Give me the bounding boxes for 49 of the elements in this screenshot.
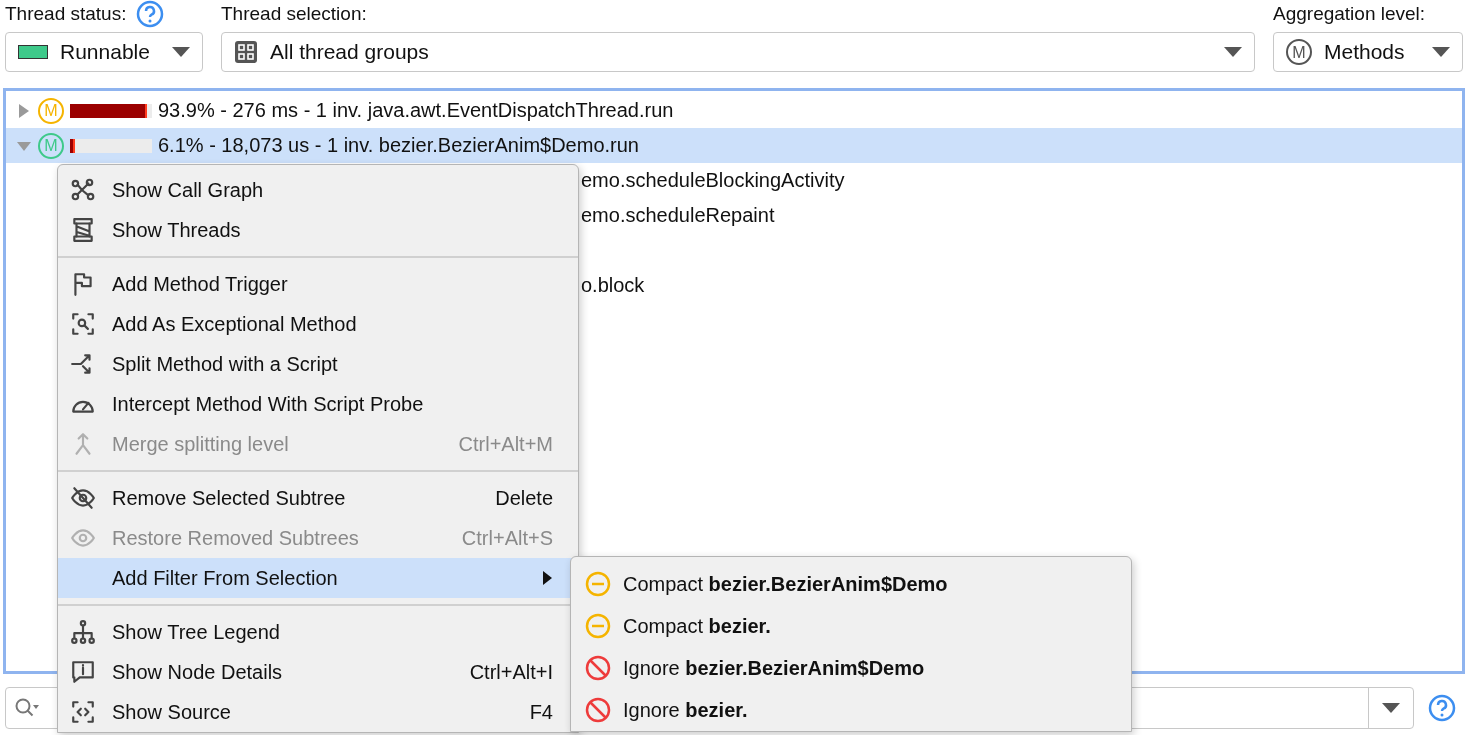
menu-item[interactable]: Split Method with a Script xyxy=(58,344,578,384)
method-badge: M xyxy=(38,97,64,124)
grid-icon xyxy=(234,40,258,64)
shortcut-text: Delete xyxy=(495,486,553,510)
prohibited-icon xyxy=(585,655,611,681)
method-badge: M xyxy=(1286,39,1312,65)
tree-row[interactable]: M 6.1% - 18,073 us - 1 inv. bezier.BezierAnim$Demo.run xyxy=(6,128,1462,163)
node-text: o.block xyxy=(581,274,645,297)
prohibited-icon xyxy=(585,697,611,723)
help-icon[interactable] xyxy=(136,0,165,28)
spool-icon xyxy=(70,217,96,243)
shortcut-text: Ctrl+Alt+I xyxy=(469,660,553,684)
caret-icon xyxy=(1382,703,1400,713)
menu-item[interactable]: Show Call Graph xyxy=(58,170,578,210)
shortcut-text: F4 xyxy=(529,700,553,724)
menu-item[interactable]: Show Threads xyxy=(58,210,578,250)
menu-item[interactable]: Add Method Trigger xyxy=(58,264,578,304)
thread-selection-dropdown[interactable]: All thread groups xyxy=(221,32,1255,72)
node-text: emo.scheduleBlockingActivity xyxy=(581,169,845,192)
graph-nodes-icon xyxy=(70,177,96,203)
filter-label: Thread status: xyxy=(5,3,127,25)
shortcut-text: Ctrl+Alt+M xyxy=(458,432,553,456)
submenu-item[interactable]: Ignore bezier.BezierAnim$Demo xyxy=(571,647,1131,689)
info-bubble-icon xyxy=(70,659,96,685)
minus-circle-icon xyxy=(585,613,611,639)
hierarchy-icon xyxy=(70,619,96,645)
tree-row[interactable]: M 93.9% - 276 ms - 1 inv. java.awt.EventDispatchThread.run xyxy=(6,93,1462,128)
node-text: 93.9% - 276 ms - 1 inv. java.awt.EventDispatchThread.run xyxy=(158,99,674,122)
search-icon xyxy=(14,697,40,719)
node-text: 6.1% - 18,073 us - 1 inv. bezier.BezierAnim$Demo.run xyxy=(158,134,639,157)
filter-label: Thread selection: xyxy=(221,3,367,25)
filter-label: Aggregation level: xyxy=(1273,3,1426,25)
shortcut-text: Ctrl+Alt+S xyxy=(461,526,553,550)
menu-item[interactable]: Intercept Method With Script Probe xyxy=(58,384,578,424)
node-text: emo.scheduleRepaint xyxy=(581,204,775,227)
caret-icon xyxy=(1224,47,1242,57)
caret-icon xyxy=(1432,47,1450,57)
aggregation-level-dropdown[interactable]: M Methods xyxy=(1273,32,1463,72)
menu-item[interactable]: Add As Exceptional Method xyxy=(58,304,578,344)
method-badge: M xyxy=(38,132,64,159)
caret-icon xyxy=(172,47,190,57)
submenu-item[interactable]: Compact bezier. xyxy=(571,605,1131,647)
help-icon[interactable] xyxy=(1428,694,1456,722)
focus-search-icon xyxy=(70,311,96,337)
minus-circle-icon xyxy=(585,571,611,597)
thread-status-dropdown[interactable]: Runnable xyxy=(5,32,203,72)
eye-crossed-icon xyxy=(70,485,96,511)
code-brackets-icon xyxy=(70,699,96,725)
menu-item[interactable]: Remove Selected Subtree Delete xyxy=(58,478,578,518)
